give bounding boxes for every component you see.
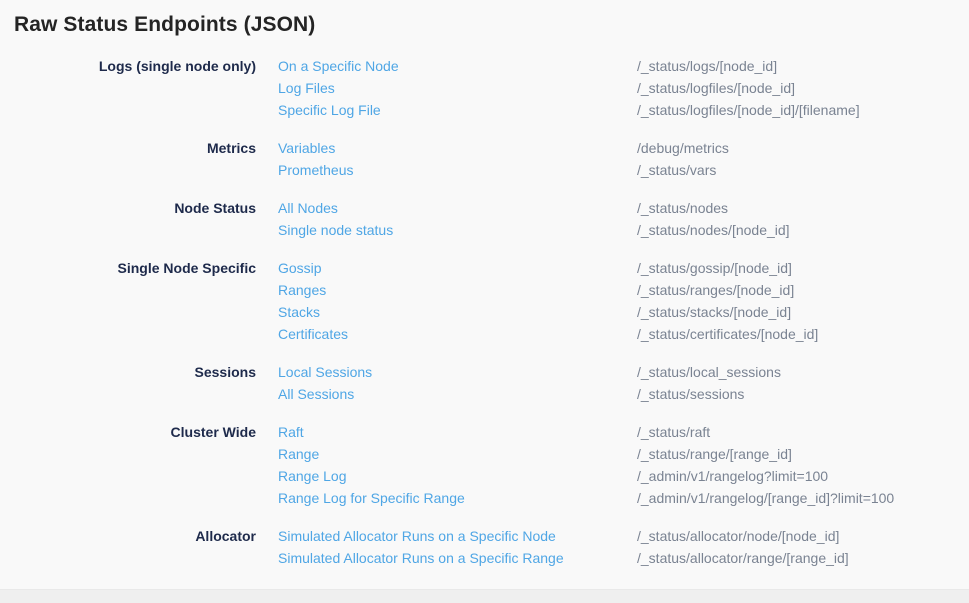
endpoint-path: /_status/range/[range_id] (637, 443, 969, 465)
endpoint-link[interactable]: Range Log for Specific Range (278, 487, 637, 509)
endpoint-link[interactable]: Log Files (278, 77, 637, 99)
footer-band (0, 589, 969, 603)
link-column: VariablesPrometheus (256, 137, 637, 181)
endpoint-path: /_status/logfiles/[node_id] (637, 77, 969, 99)
endpoint-link[interactable]: Simulated Allocator Runs on a Specific N… (278, 525, 637, 547)
debug-endpoints-page: Raw Status Endpoints (JSON) Logs (single… (0, 0, 969, 603)
endpoint-path: /_status/vars (637, 159, 969, 181)
endpoint-path: /_status/nodes/[node_id] (637, 219, 969, 241)
link-column: RaftRangeRange LogRange Log for Specific… (256, 421, 637, 509)
endpoint-path: /_admin/v1/rangelog?limit=100 (637, 465, 969, 487)
link-column: Simulated Allocator Runs on a Specific N… (256, 525, 637, 569)
page-title: Raw Status Endpoints (JSON) (0, 0, 969, 37)
endpoint-link[interactable]: All Nodes (278, 197, 637, 219)
endpoint-group: Cluster WideRaftRangeRange LogRange Log … (0, 421, 969, 509)
link-column: All NodesSingle node status (256, 197, 637, 241)
endpoint-path: /_status/allocator/node/[node_id] (637, 525, 969, 547)
endpoint-group: Single Node SpecificGossipRangesStacksCe… (0, 257, 969, 345)
endpoint-group: MetricsVariablesPrometheus/debug/metrics… (0, 137, 969, 181)
endpoint-link[interactable]: Simulated Allocator Runs on a Specific R… (278, 547, 637, 569)
endpoint-link[interactable]: Raft (278, 421, 637, 443)
link-column: GossipRangesStacksCertificates (256, 257, 637, 345)
endpoint-link[interactable]: Certificates (278, 323, 637, 345)
endpoint-path: /_admin/v1/rangelog/[range_id]?limit=100 (637, 487, 969, 509)
category-label: Sessions (0, 361, 256, 405)
endpoint-group: Node StatusAll NodesSingle node status/_… (0, 197, 969, 241)
endpoint-link[interactable]: Gossip (278, 257, 637, 279)
category-label: Single Node Specific (0, 257, 256, 345)
endpoint-group: Logs (single node only)On a Specific Nod… (0, 55, 969, 121)
endpoint-path: /_status/certificates/[node_id] (637, 323, 969, 345)
path-column: /_status/allocator/node/[node_id]/_statu… (637, 525, 969, 569)
path-column: /debug/metrics/_status/vars (637, 137, 969, 181)
path-column: /_status/local_sessions/_status/sessions (637, 361, 969, 405)
endpoint-path: /_status/logfiles/[node_id]/[filename] (637, 99, 969, 121)
endpoint-path: /_status/sessions (637, 383, 969, 405)
endpoint-link[interactable]: Local Sessions (278, 361, 637, 383)
category-label: Cluster Wide (0, 421, 256, 509)
endpoint-path: /_status/nodes (637, 197, 969, 219)
category-label: Allocator (0, 525, 256, 569)
endpoint-path: /_status/ranges/[node_id] (637, 279, 969, 301)
link-column: Local SessionsAll Sessions (256, 361, 637, 405)
endpoint-link[interactable]: All Sessions (278, 383, 637, 405)
path-column: /_status/nodes/_status/nodes/[node_id] (637, 197, 969, 241)
endpoint-group: SessionsLocal SessionsAll Sessions/_stat… (0, 361, 969, 405)
endpoint-path: /debug/metrics (637, 137, 969, 159)
category-label: Node Status (0, 197, 256, 241)
endpoint-table: Logs (single node only)On a Specific Nod… (0, 55, 969, 585)
endpoint-path: /_status/allocator/range/[range_id] (637, 547, 969, 569)
endpoint-link[interactable]: Range Log (278, 465, 637, 487)
endpoint-link[interactable]: Ranges (278, 279, 637, 301)
path-column: /_status/gossip/[node_id]/_status/ranges… (637, 257, 969, 345)
endpoint-path: /_status/raft (637, 421, 969, 443)
endpoint-link[interactable]: Range (278, 443, 637, 465)
endpoint-link[interactable]: Prometheus (278, 159, 637, 181)
endpoint-link[interactable]: Variables (278, 137, 637, 159)
link-column: On a Specific NodeLog FilesSpecific Log … (256, 55, 637, 121)
endpoint-link[interactable]: Single node status (278, 219, 637, 241)
endpoint-path: /_status/gossip/[node_id] (637, 257, 969, 279)
category-label: Metrics (0, 137, 256, 181)
endpoint-link[interactable]: Specific Log File (278, 99, 637, 121)
path-column: /_status/logs/[node_id]/_status/logfiles… (637, 55, 969, 121)
endpoint-path: /_status/logs/[node_id] (637, 55, 969, 77)
endpoint-link[interactable]: On a Specific Node (278, 55, 637, 77)
endpoint-path: /_status/stacks/[node_id] (637, 301, 969, 323)
path-column: /_status/raft/_status/range/[range_id]/_… (637, 421, 969, 509)
endpoint-link[interactable]: Stacks (278, 301, 637, 323)
category-label: Logs (single node only) (0, 55, 256, 121)
endpoint-path: /_status/local_sessions (637, 361, 969, 383)
endpoint-group: Allocator Simulated Allocator Runs on a S… (0, 525, 969, 569)
